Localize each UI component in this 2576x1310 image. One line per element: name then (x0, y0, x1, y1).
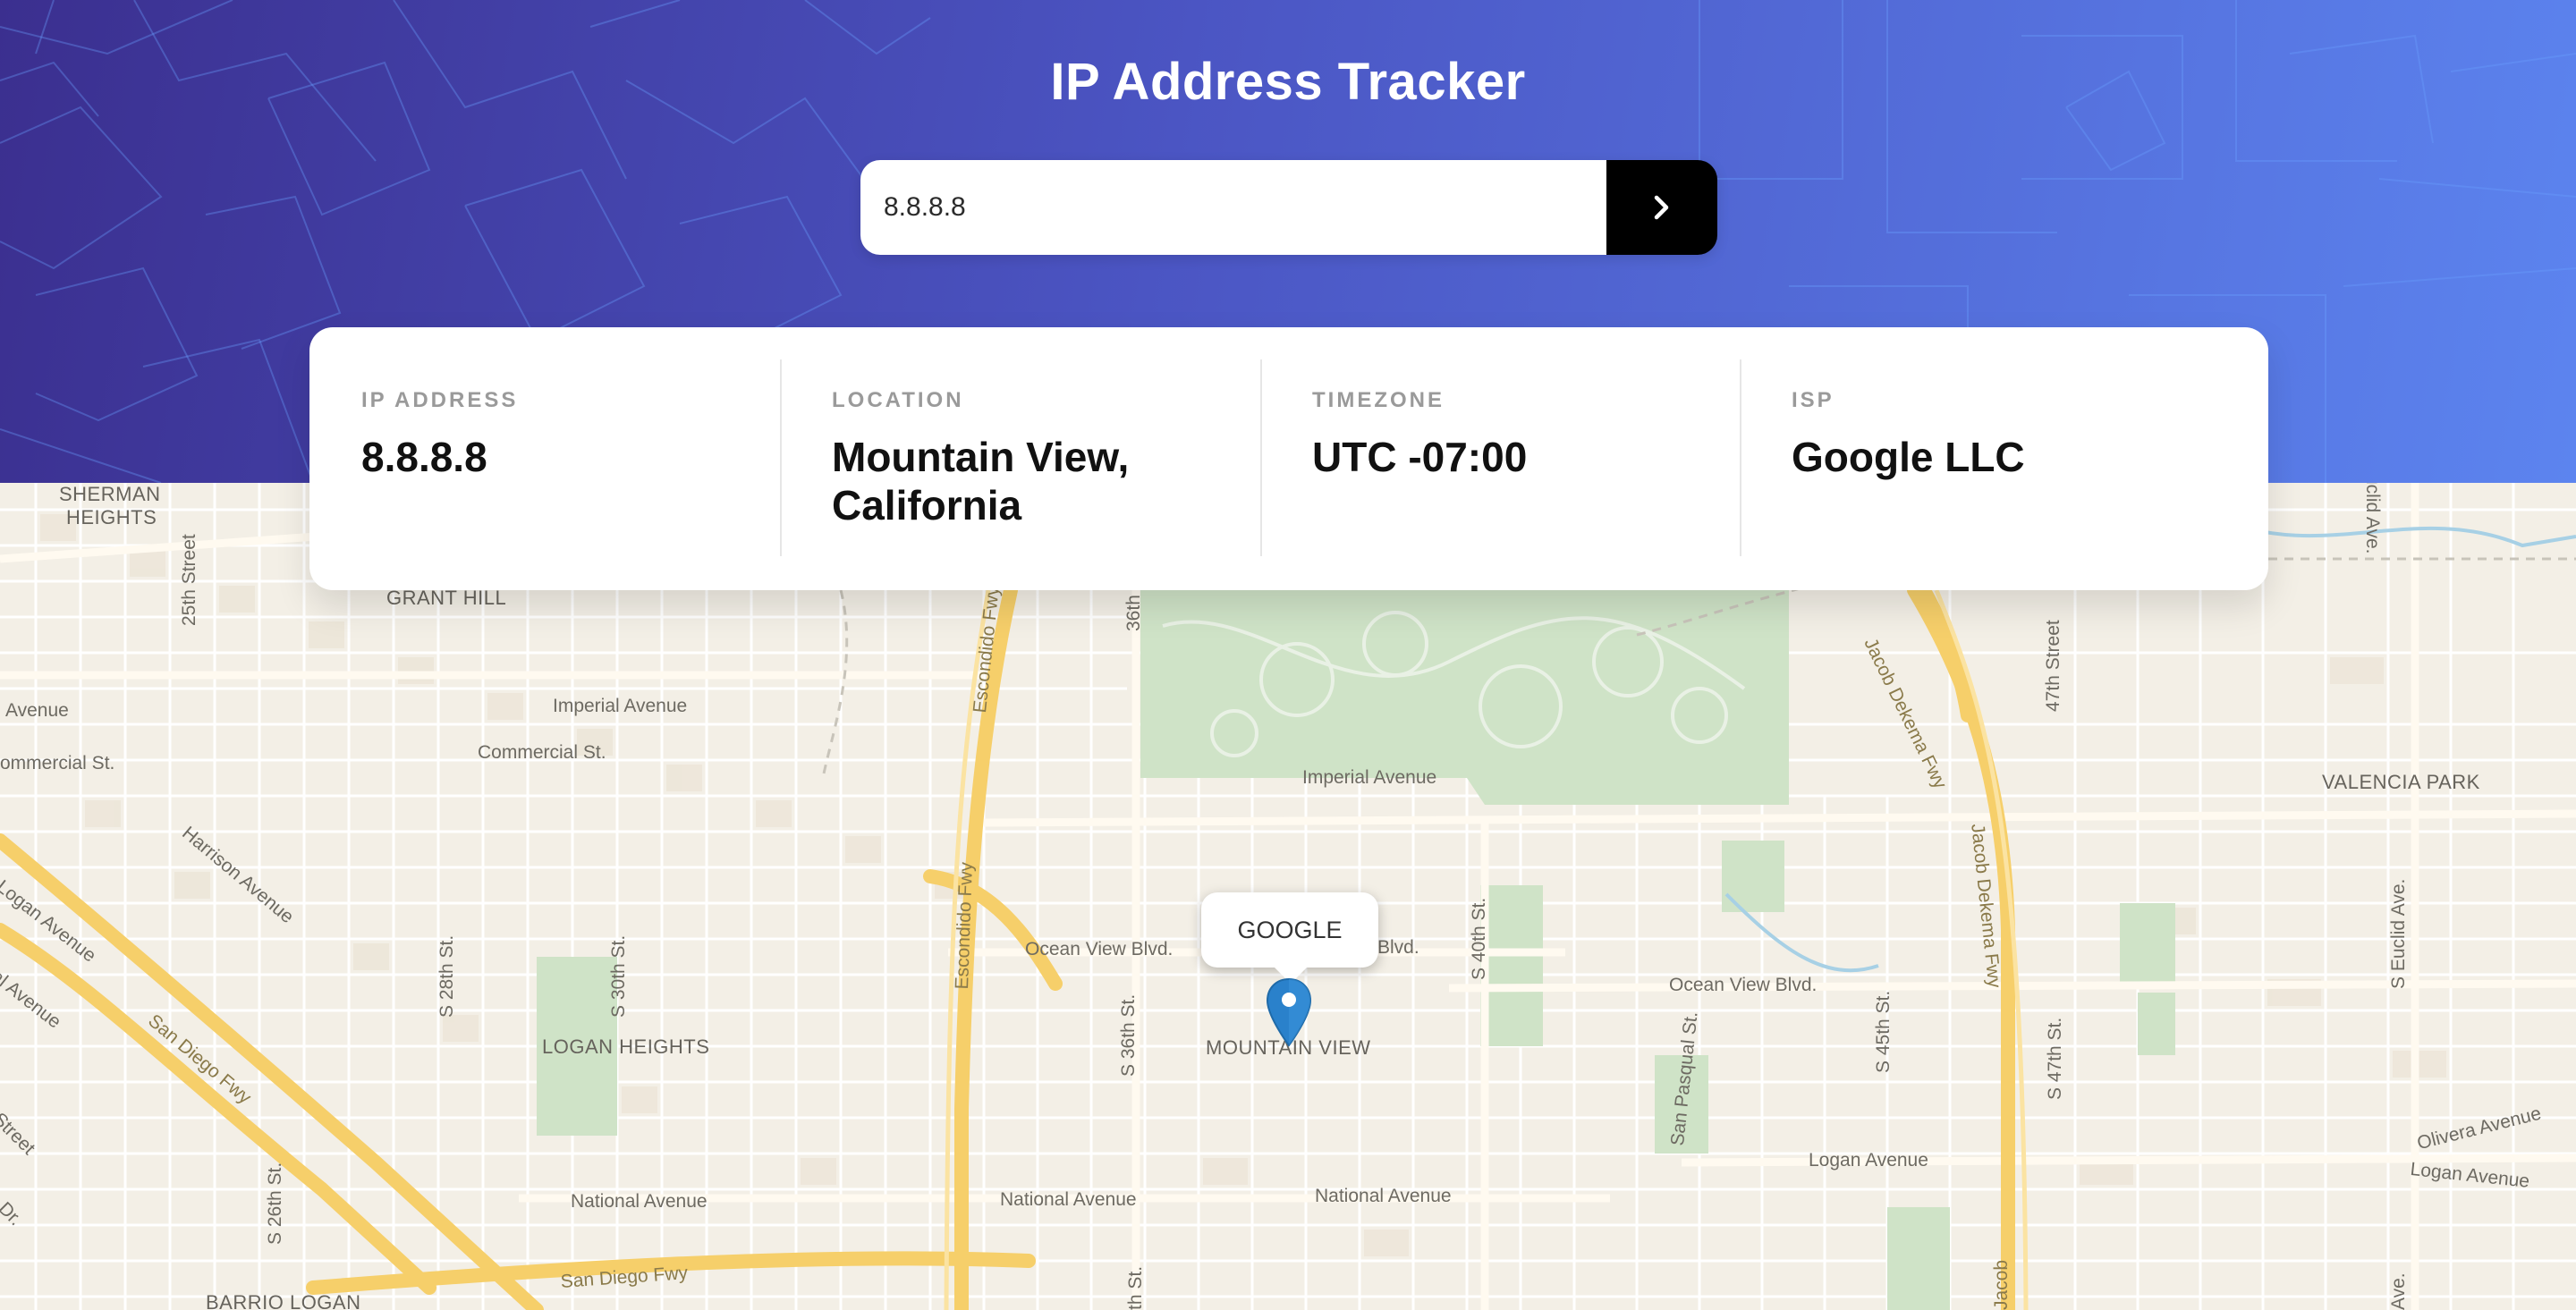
map-label-national-ave-3: National Avenue (1315, 1186, 1452, 1206)
location-city: Mountain View, (832, 434, 1130, 480)
map-label-ocean-view-1: Ocean View Blvd. (1025, 939, 1174, 959)
ip-address-section: IP ADDRESS 8.8.8.8 (309, 327, 780, 590)
map-label-s-36th: S 36th St. (1118, 993, 1139, 1077)
map-label-s-30th: S 30th St. (608, 934, 629, 1018)
map-label-imperial-avenue-2: Imperial Avenue (1302, 767, 1437, 788)
ip-search-input[interactable] (860, 160, 1606, 255)
map-label-avenue: Avenue (5, 700, 69, 721)
map-label-barrio-logan: BARRIO LOGAN (206, 1291, 361, 1310)
map-label-national-ave-1: National Avenue (571, 1191, 708, 1212)
map-label-th-st: th St. (1125, 1265, 1146, 1310)
ip-address-value: 8.8.8.8 (361, 434, 487, 480)
map-label-ave-bottom: Ave. (2388, 1272, 2409, 1310)
map-label-s-26th: S 26th St. (265, 1162, 285, 1245)
ip-info-card: IP ADDRESS 8.8.8.8 LOCATION Mountain Vie… (309, 327, 2268, 590)
map-label-s-45th: S 45th St. (1873, 990, 1894, 1073)
map-label-blvd: Blvd. (1377, 937, 1419, 958)
map-label-national-ave-2: National Avenue (1000, 1189, 1137, 1210)
map-label-imperial-avenue: Imperial Avenue (553, 696, 688, 716)
timezone-label: TIMEZONE (1312, 388, 1445, 412)
location-region: California (832, 482, 1022, 528)
isp-label: ISP (1792, 388, 1835, 412)
ip-address-label: IP ADDRESS (361, 388, 519, 412)
timezone-section: TIMEZONE UTC -07:00 (1260, 327, 1740, 590)
map-pin-icon[interactable] (1266, 977, 1312, 1049)
chevron-right-icon (1654, 195, 1669, 220)
map-label-47th-street: 47th Street (2043, 620, 2063, 712)
map-label-s-40th: S 40th St. (1469, 897, 1489, 980)
map-label-euclid-top: uclid Ave. (2362, 483, 2383, 554)
map-label-s-euclid: S Euclid Ave. (2388, 878, 2409, 989)
map-label-commercial-st: Commercial St. (478, 742, 606, 763)
search-submit-button[interactable] (1606, 160, 1717, 255)
map-label-sherman-2: HEIGHTS (66, 506, 157, 528)
timezone-value: UTC -07:00 (1312, 434, 1528, 480)
isp-section: ISP Google LLC (1740, 327, 2268, 590)
map-label-ocean-view-2: Ocean View Blvd. (1669, 975, 1818, 995)
map-label-s-47th: S 47th St. (2045, 1017, 2065, 1100)
map-label-commercial-left: ommercial St. (0, 753, 115, 773)
map-label-36th: 36th (1123, 595, 1144, 631)
map-label-escondido-2: Escondido Fwy (952, 861, 977, 990)
page-title: IP Address Tracker (1050, 53, 1526, 111)
location-value: Mountain View, California (832, 433, 1260, 529)
map-label-logan-ave-2: Logan Avenue (1809, 1150, 1928, 1171)
map-label-logan-heights: LOGAN HEIGHTS (542, 1035, 710, 1058)
map-label-jacob-bottom: Jacob (1991, 1259, 2012, 1310)
location-label: LOCATION (832, 388, 964, 412)
isp-value: Google LLC (1792, 434, 2025, 480)
map-label-sherman-1: SHERMAN (59, 483, 161, 505)
ip-search-form (860, 160, 1717, 255)
location-popup[interactable]: GOOGLE (1201, 892, 1378, 984)
map-label-s-28th: S 28th St. (436, 934, 457, 1018)
map-label-25th-street: 25th Street (179, 534, 199, 626)
location-section: LOCATION Mountain View, California (780, 327, 1260, 590)
map-label-valencia-park: VALENCIA PARK (2322, 771, 2480, 793)
